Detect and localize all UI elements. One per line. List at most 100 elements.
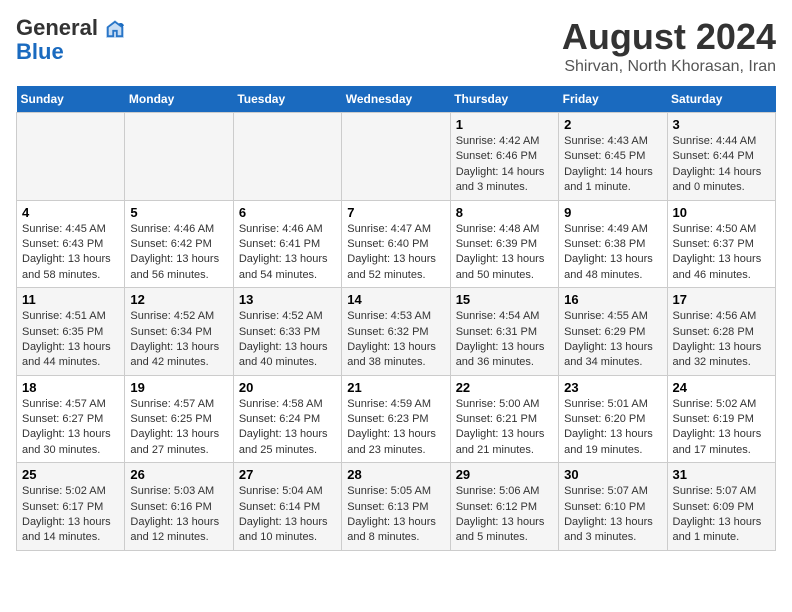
calendar-cell: 18 Sunrise: 4:57 AM Sunset: 6:27 PM Dayli…	[17, 375, 125, 463]
day-number: 3	[673, 117, 770, 132]
day-info: Sunrise: 4:49 AM Sunset: 6:38 PM Dayligh…	[564, 222, 661, 284]
calendar-cell: 21 Sunrise: 4:59 AM Sunset: 6:23 PM Dayli…	[342, 375, 450, 463]
day-number: 9	[564, 205, 661, 220]
day-number: 30	[564, 467, 661, 482]
calendar-cell: 7 Sunrise: 4:47 AM Sunset: 6:40 PM Daylig…	[342, 200, 450, 288]
day-info: Sunrise: 4:48 AM Sunset: 6:39 PM Dayligh…	[456, 222, 553, 284]
day-info: Sunrise: 4:46 AM Sunset: 6:42 PM Dayligh…	[130, 222, 227, 284]
logo-blue: Blue	[16, 40, 64, 64]
day-number: 21	[347, 380, 444, 395]
day-info: Sunrise: 5:01 AM Sunset: 6:20 PM Dayligh…	[564, 397, 661, 459]
weekday-header-monday: Monday	[125, 86, 233, 113]
day-number: 31	[673, 467, 770, 482]
day-number: 15	[456, 292, 553, 307]
day-info: Sunrise: 4:51 AM Sunset: 6:35 PM Dayligh…	[22, 309, 119, 371]
weekday-header-friday: Friday	[559, 86, 667, 113]
calendar-cell	[125, 113, 233, 201]
day-info: Sunrise: 5:02 AM Sunset: 6:19 PM Dayligh…	[673, 397, 770, 459]
day-number: 2	[564, 117, 661, 132]
day-number: 11	[22, 292, 119, 307]
day-info: Sunrise: 5:06 AM Sunset: 6:12 PM Dayligh…	[456, 484, 553, 546]
day-number: 28	[347, 467, 444, 482]
calendar-cell: 8 Sunrise: 4:48 AM Sunset: 6:39 PM Daylig…	[450, 200, 558, 288]
calendar-cell: 14Sunrise: 4:53 AM Sunset: 6:32 PM Dayli…	[342, 288, 450, 376]
day-number: 29	[456, 467, 553, 482]
day-info: Sunrise: 4:57 AM Sunset: 6:27 PM Dayligh…	[22, 397, 119, 459]
day-info: Sunrise: 4:45 AM Sunset: 6:43 PM Dayligh…	[22, 222, 119, 284]
calendar-cell	[342, 113, 450, 201]
calendar-cell: 10Sunrise: 4:50 AM Sunset: 6:37 PM Dayli…	[667, 200, 775, 288]
calendar-cell: 15Sunrise: 4:54 AM Sunset: 6:31 PM Dayli…	[450, 288, 558, 376]
day-info: Sunrise: 4:57 AM Sunset: 6:25 PM Dayligh…	[130, 397, 227, 459]
calendar-cell: 9 Sunrise: 4:49 AM Sunset: 6:38 PM Daylig…	[559, 200, 667, 288]
day-number: 27	[239, 467, 336, 482]
day-info: Sunrise: 5:03 AM Sunset: 6:16 PM Dayligh…	[130, 484, 227, 546]
calendar-cell: 19Sunrise: 4:57 AM Sunset: 6:25 PM Dayli…	[125, 375, 233, 463]
day-number: 5	[130, 205, 227, 220]
calendar-cell: 3 Sunrise: 4:44 AM Sunset: 6:44 PM Daylig…	[667, 113, 775, 201]
calendar-cell: 27Sunrise: 5:04 AM Sunset: 6:14 PM Dayli…	[233, 463, 341, 551]
day-number: 12	[130, 292, 227, 307]
calendar-cell	[233, 113, 341, 201]
day-number: 18	[22, 380, 119, 395]
calendar-cell	[17, 113, 125, 201]
title-area: August 2024 Shirvan, North Khorasan, Ira…	[562, 16, 776, 76]
calendar-week-4: 18 Sunrise: 4:57 AM Sunset: 6:27 PM Dayli…	[17, 375, 776, 463]
day-info: Sunrise: 4:47 AM Sunset: 6:40 PM Dayligh…	[347, 222, 444, 284]
main-title: August 2024	[562, 16, 776, 58]
calendar-week-3: 11 Sunrise: 4:51 AM Sunset: 6:35 PM Dayli…	[17, 288, 776, 376]
calendar-cell: 16Sunrise: 4:55 AM Sunset: 6:29 PM Dayli…	[559, 288, 667, 376]
calendar-cell: 24 Sunrise: 5:02 AM Sunset: 6:19 PM Dayli…	[667, 375, 775, 463]
day-number: 8	[456, 205, 553, 220]
calendar-cell: 29 Sunrise: 5:06 AM Sunset: 6:12 PM Dayli…	[450, 463, 558, 551]
day-number: 17	[673, 292, 770, 307]
calendar-cell: 30 Sunrise: 5:07 AM Sunset: 6:10 PM Dayli…	[559, 463, 667, 551]
calendar-cell: 20Sunrise: 4:58 AM Sunset: 6:24 PM Dayli…	[233, 375, 341, 463]
calendar-cell: 12 Sunrise: 4:52 AM Sunset: 6:34 PM Dayli…	[125, 288, 233, 376]
day-number: 22	[456, 380, 553, 395]
day-info: Sunrise: 4:59 AM Sunset: 6:23 PM Dayligh…	[347, 397, 444, 459]
day-info: Sunrise: 4:56 AM Sunset: 6:28 PM Dayligh…	[673, 309, 770, 371]
calendar-cell: 5 Sunrise: 4:46 AM Sunset: 6:42 PM Daylig…	[125, 200, 233, 288]
weekday-header-tuesday: Tuesday	[233, 86, 341, 113]
calendar-cell: 13Sunrise: 4:52 AM Sunset: 6:33 PM Dayli…	[233, 288, 341, 376]
day-number: 4	[22, 205, 119, 220]
calendar-cell: 17 Sunrise: 4:56 AM Sunset: 6:28 PM Dayli…	[667, 288, 775, 376]
calendar-week-1: 1Sunrise: 4:42 AM Sunset: 6:46 PM Daylig…	[17, 113, 776, 201]
day-number: 10	[673, 205, 770, 220]
day-number: 13	[239, 292, 336, 307]
day-number: 14	[347, 292, 444, 307]
day-number: 7	[347, 205, 444, 220]
day-number: 26	[130, 467, 227, 482]
day-number: 24	[673, 380, 770, 395]
calendar-cell: 11 Sunrise: 4:51 AM Sunset: 6:35 PM Dayli…	[17, 288, 125, 376]
logo-icon	[106, 20, 124, 38]
calendar-cell: 28 Sunrise: 5:05 AM Sunset: 6:13 PM Dayli…	[342, 463, 450, 551]
day-info: Sunrise: 4:43 AM Sunset: 6:45 PM Dayligh…	[564, 134, 661, 196]
calendar-cell: 25Sunrise: 5:02 AM Sunset: 6:17 PM Dayli…	[17, 463, 125, 551]
weekday-header-thursday: Thursday	[450, 86, 558, 113]
calendar-cell: 4 Sunrise: 4:45 AM Sunset: 6:43 PM Daylig…	[17, 200, 125, 288]
day-info: Sunrise: 5:05 AM Sunset: 6:13 PM Dayligh…	[347, 484, 444, 546]
day-info: Sunrise: 5:02 AM Sunset: 6:17 PM Dayligh…	[22, 484, 119, 546]
calendar-cell: 2 Sunrise: 4:43 AM Sunset: 6:45 PM Daylig…	[559, 113, 667, 201]
calendar-week-2: 4 Sunrise: 4:45 AM Sunset: 6:43 PM Daylig…	[17, 200, 776, 288]
day-info: Sunrise: 4:46 AM Sunset: 6:41 PM Dayligh…	[239, 222, 336, 284]
logo: General Blue	[16, 16, 124, 64]
day-info: Sunrise: 5:07 AM Sunset: 6:09 PM Dayligh…	[673, 484, 770, 546]
weekday-header-wednesday: Wednesday	[342, 86, 450, 113]
page-header: General Blue August 2024 Shirvan, North …	[16, 16, 776, 76]
weekday-header-row: SundayMondayTuesdayWednesdayThursdayFrid…	[17, 86, 776, 113]
day-info: Sunrise: 5:07 AM Sunset: 6:10 PM Dayligh…	[564, 484, 661, 546]
day-info: Sunrise: 4:52 AM Sunset: 6:34 PM Dayligh…	[130, 309, 227, 371]
day-info: Sunrise: 4:44 AM Sunset: 6:44 PM Dayligh…	[673, 134, 770, 196]
day-number: 16	[564, 292, 661, 307]
calendar-table: SundayMondayTuesdayWednesdayThursdayFrid…	[16, 86, 776, 551]
subtitle: Shirvan, North Khorasan, Iran	[562, 58, 776, 76]
day-number: 6	[239, 205, 336, 220]
day-info: Sunrise: 4:58 AM Sunset: 6:24 PM Dayligh…	[239, 397, 336, 459]
weekday-header-sunday: Sunday	[17, 86, 125, 113]
weekday-header-saturday: Saturday	[667, 86, 775, 113]
calendar-cell: 26 Sunrise: 5:03 AM Sunset: 6:16 PM Dayli…	[125, 463, 233, 551]
calendar-header: SundayMondayTuesdayWednesdayThursdayFrid…	[17, 86, 776, 113]
